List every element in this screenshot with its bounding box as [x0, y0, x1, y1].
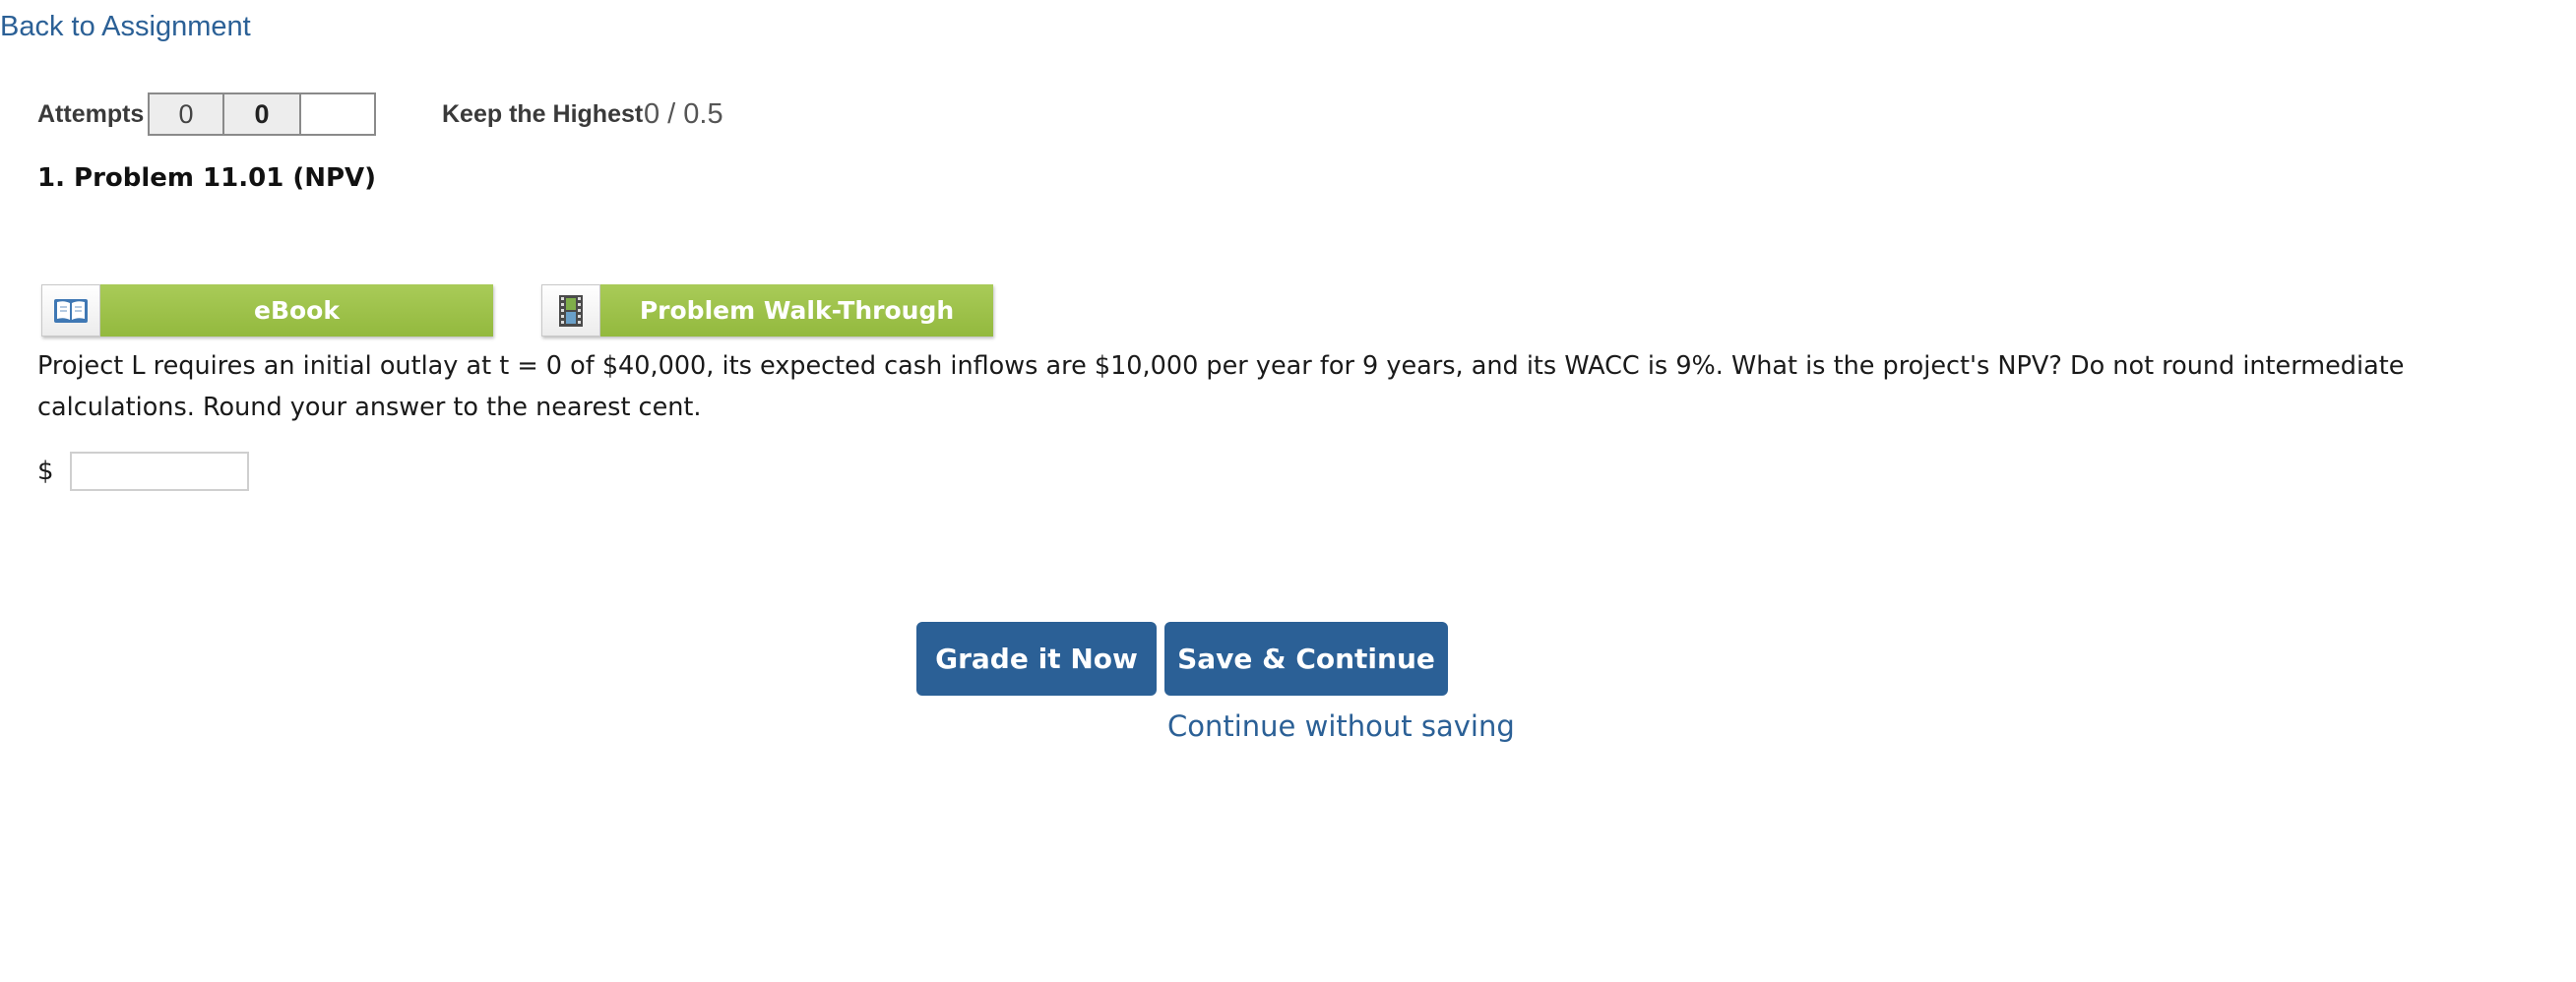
problem-walkthrough-label: Problem Walk-Through	[600, 284, 993, 337]
ebook-button[interactable]: eBook	[41, 284, 493, 337]
continue-without-saving-link[interactable]: Continue without saving	[1167, 709, 1515, 743]
problem-title: 1. Problem 11.01 (NPV)	[37, 163, 377, 193]
back-to-assignment-link[interactable]: Back to Assignment	[0, 11, 251, 43]
problem-walkthrough-button[interactable]: Problem Walk-Through	[541, 284, 993, 337]
currency-symbol: $	[37, 457, 54, 486]
question-text: Project L requires an initial outlay at …	[37, 351, 2405, 422]
film-icon	[541, 284, 600, 337]
grade-it-now-button[interactable]: Grade it Now	[916, 622, 1157, 696]
attempt-box-3	[299, 92, 376, 136]
ebook-label: eBook	[100, 284, 493, 337]
score-value: 0 / 0.5	[644, 98, 723, 130]
book-icon	[41, 284, 100, 337]
attempt-box-1: 0	[148, 92, 224, 136]
attempts-label: Attempts	[37, 100, 145, 128]
answer-input[interactable]	[70, 452, 249, 491]
save-continue-button[interactable]: Save & Continue	[1164, 622, 1448, 696]
attempt-box-2: 0	[222, 92, 301, 136]
grading-policy-label: Keep the Highest	[442, 100, 644, 128]
